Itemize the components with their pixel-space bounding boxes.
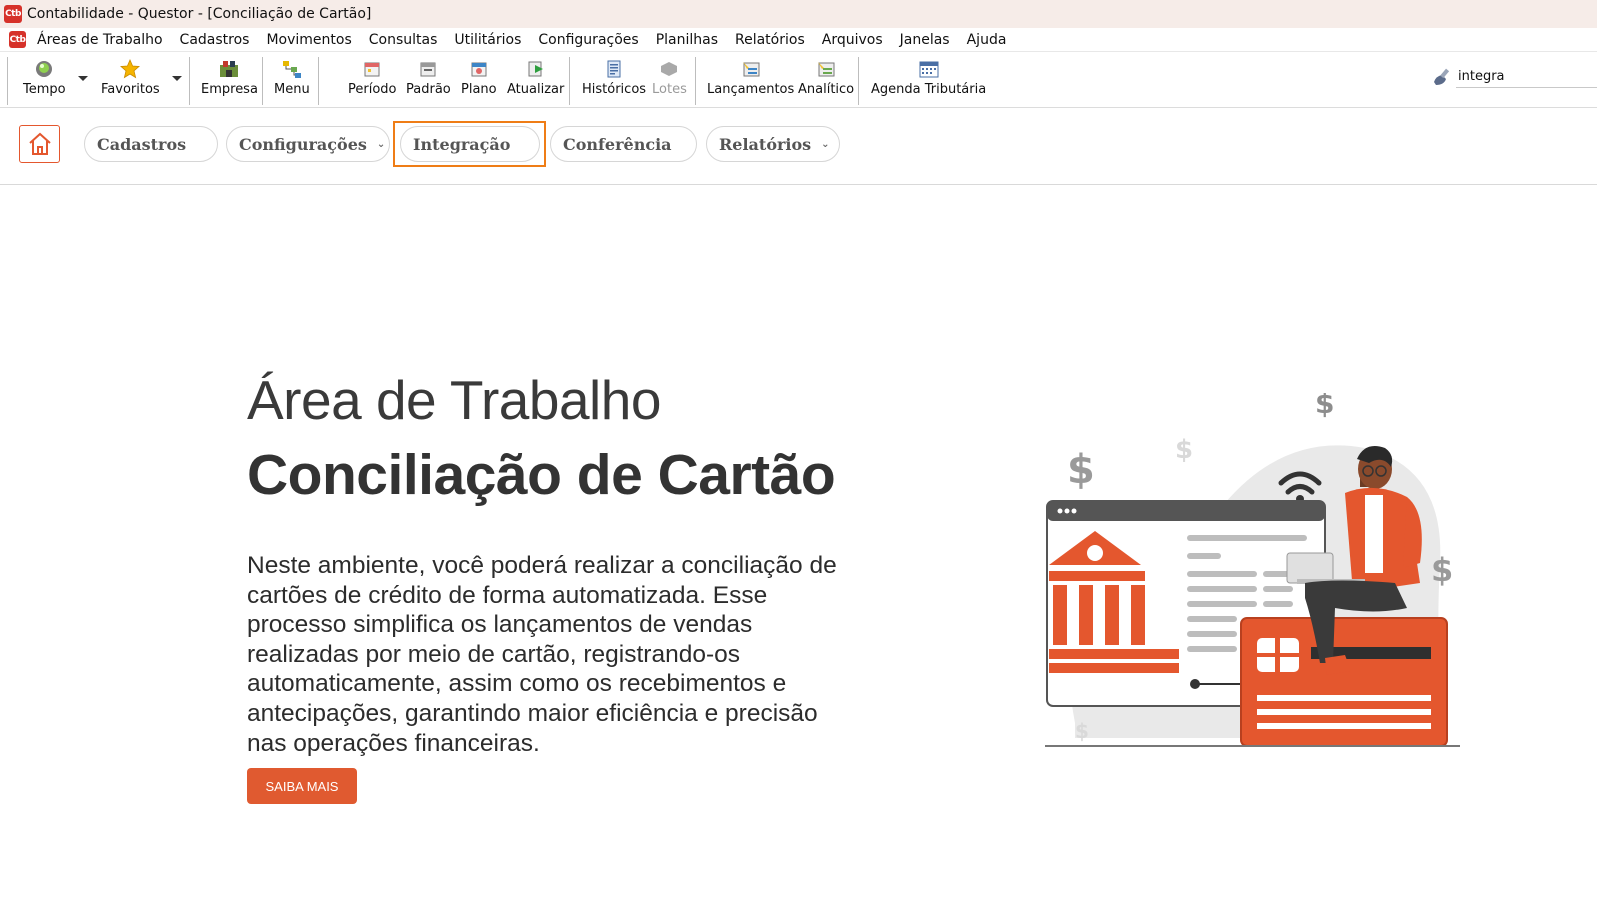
favoritos-label: Favoritos [101,82,160,97]
menu-areas-de-trabalho[interactable]: Áreas de Trabalho [37,32,163,48]
historicos-label: Históricos [582,82,647,97]
toolbar-separator [189,57,190,105]
atualizar-button[interactable]: Atualizar [507,59,564,97]
saiba-mais-button[interactable]: SAIBA MAIS [247,768,357,804]
menu-tree-icon [281,59,303,79]
dollar-icon: $ [1431,551,1453,589]
plano-label: Plano [461,82,497,97]
menu-movimentos[interactable]: Movimentos [266,32,351,48]
tab-conferencia-label: Conferência [563,134,672,154]
padrao-icon [418,59,438,79]
periodo-icon [362,59,382,79]
tab-relatorios[interactable]: Relatórios ⌄ [706,126,840,162]
main-content: Área de Trabalho Conciliação de Cartão N… [0,185,1597,908]
analitico-button[interactable]: Analítico [798,59,854,97]
padrao-label: Padrão [406,82,451,97]
favoritos-dropdown-icon[interactable] [172,76,182,81]
analitico-label: Analítico [798,82,855,97]
menu-ajuda[interactable]: Ajuda [967,32,1007,48]
search-input-value: integra [1458,69,1505,84]
lancamentos-icon [740,59,762,79]
plano-icon [469,59,489,79]
historicos-icon [604,59,624,79]
tempo-icon [34,59,54,79]
menu-cadastros[interactable]: Cadastros [180,32,250,48]
menu-utilitarios[interactable]: Utilitários [454,32,521,48]
atualizar-label: Atualizar [507,82,565,97]
menu-janelas[interactable]: Janelas [900,32,950,48]
periodo-label: Período [348,82,397,97]
tab-integracao-highlight [393,121,546,167]
menu-bar: Ctb Áreas de Trabalho Cadastros Moviment… [0,28,1597,52]
search-input[interactable]: integra [1456,66,1597,88]
tab-relatorios-label: Relatórios [719,134,812,154]
hero-title-bold: Conciliação de Cartão [247,443,836,507]
module-nav: Cadastros Configurações ⌄ Integração Con… [0,108,1597,185]
toolbar-separator [262,57,263,105]
toolbar-separator [695,57,696,105]
chevron-down-icon: ⌄ [376,138,386,150]
agenda-tributaria-label: Agenda Tributária [871,82,987,97]
app-menu-icon[interactable]: Ctb [9,31,26,48]
lancamentos-button[interactable]: Lançamentos [707,59,794,97]
menu-label: Menu [274,82,310,97]
empresa-label: Empresa [201,82,258,97]
empresa-icon [218,59,240,79]
star-icon [120,59,141,79]
tempo-dropdown-icon[interactable] [78,76,88,81]
historicos-button[interactable]: Históricos [582,59,646,97]
dollar-icon: $ [1315,393,1334,420]
periodo-button[interactable]: Período [348,59,397,97]
dollar-icon: $ [1075,719,1089,743]
credit-card-illustration: $ $ $ $ $ [1045,393,1460,747]
menu-planilhas[interactable]: Planilhas [656,32,718,48]
toolbar: Tempo Favoritos Empresa Menu Período Pad… [0,52,1597,108]
home-button[interactable] [19,125,60,163]
atualizar-icon [526,59,546,79]
agenda-tributaria-button[interactable]: Agenda Tributária [871,59,986,97]
plano-button[interactable]: Plano [461,59,497,97]
tab-cadastros[interactable]: Cadastros [84,126,218,162]
toolbar-separator [318,57,319,105]
toolbar-separator [858,57,859,105]
toolbar-separator [569,57,570,105]
analitico-icon [815,59,837,79]
menu-configuracoes[interactable]: Configurações [538,32,638,48]
home-icon [28,132,51,155]
calendar-icon [918,59,940,79]
tempo-label: Tempo [23,82,66,97]
tab-configuracoes[interactable]: Configurações ⌄ [226,126,390,162]
tab-cadastros-label: Cadastros [97,134,187,154]
empresa-button[interactable]: Empresa [201,59,258,97]
menu-button[interactable]: Menu [274,59,310,97]
lancamentos-label: Lançamentos [707,82,795,97]
favoritos-button[interactable]: Favoritos [101,59,160,97]
tab-conferencia[interactable]: Conferência [550,126,697,162]
hero-title-light: Área de Trabalho [247,369,661,431]
lotes-label: Lotes [652,82,687,97]
lotes-button[interactable]: Lotes [652,59,687,97]
dollar-icon: $ [1067,447,1095,493]
menu-consultas[interactable]: Consultas [369,32,438,48]
lotes-icon [659,59,679,79]
hero-description: Neste ambiente, você poderá realizar a c… [247,552,837,757]
credit-card-icon [1240,617,1448,747]
search-brush-icon [1430,66,1452,92]
chevron-down-icon: ⌄ [821,138,830,150]
window-title: Contabilidade - Questor - [Conciliação d… [27,6,372,22]
dollar-icon: $ [1175,435,1193,465]
menu-relatorios[interactable]: Relatórios [735,32,805,48]
toolbar-separator [7,57,8,105]
app-logo-icon: Ctb [4,5,22,23]
padrao-button[interactable]: Padrão [406,59,451,97]
tab-configuracoes-label: Configurações [239,134,367,154]
tempo-button[interactable]: Tempo [23,59,66,97]
window-titlebar: Ctb Contabilidade - Questor - [Conciliaç… [0,0,1597,28]
menu-arquivos[interactable]: Arquivos [822,32,883,48]
